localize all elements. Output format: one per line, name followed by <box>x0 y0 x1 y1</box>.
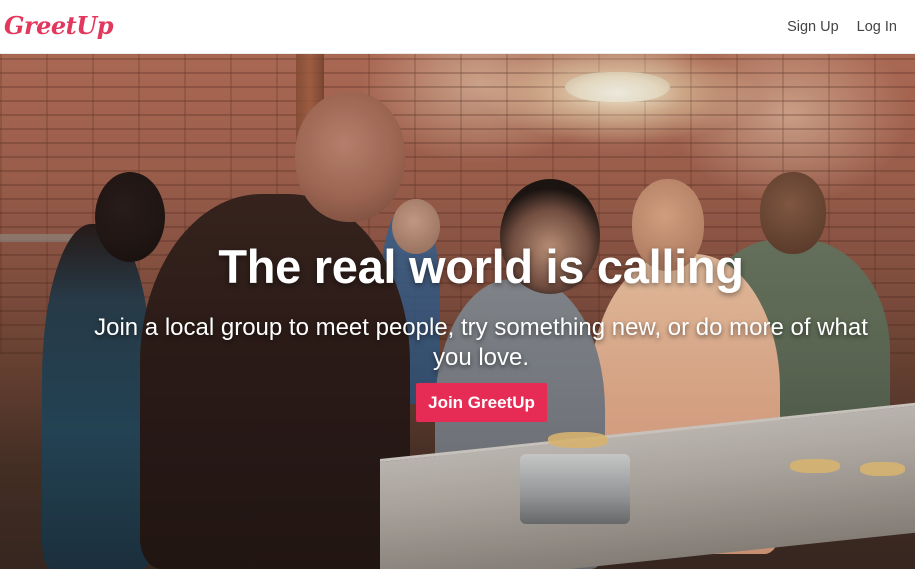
sign-up-link[interactable]: Sign Up <box>787 19 839 35</box>
hero-content: The real world is calling Join a local g… <box>0 54 915 569</box>
greetup-logo[interactable]: GreetUp <box>4 11 113 40</box>
hero-subheadline: Join a local group to meet people, try s… <box>94 314 868 371</box>
hero-section: The real world is calling Join a local g… <box>0 54 915 569</box>
join-greetup-button[interactable]: Join GreetUp <box>416 383 547 422</box>
nav-links: Sign Up Log In <box>787 19 897 35</box>
hero-headline: The real world is calling <box>218 240 744 293</box>
top-navbar: GreetUp Sign Up Log In <box>0 0 915 54</box>
log-in-link[interactable]: Log In <box>857 19 897 35</box>
